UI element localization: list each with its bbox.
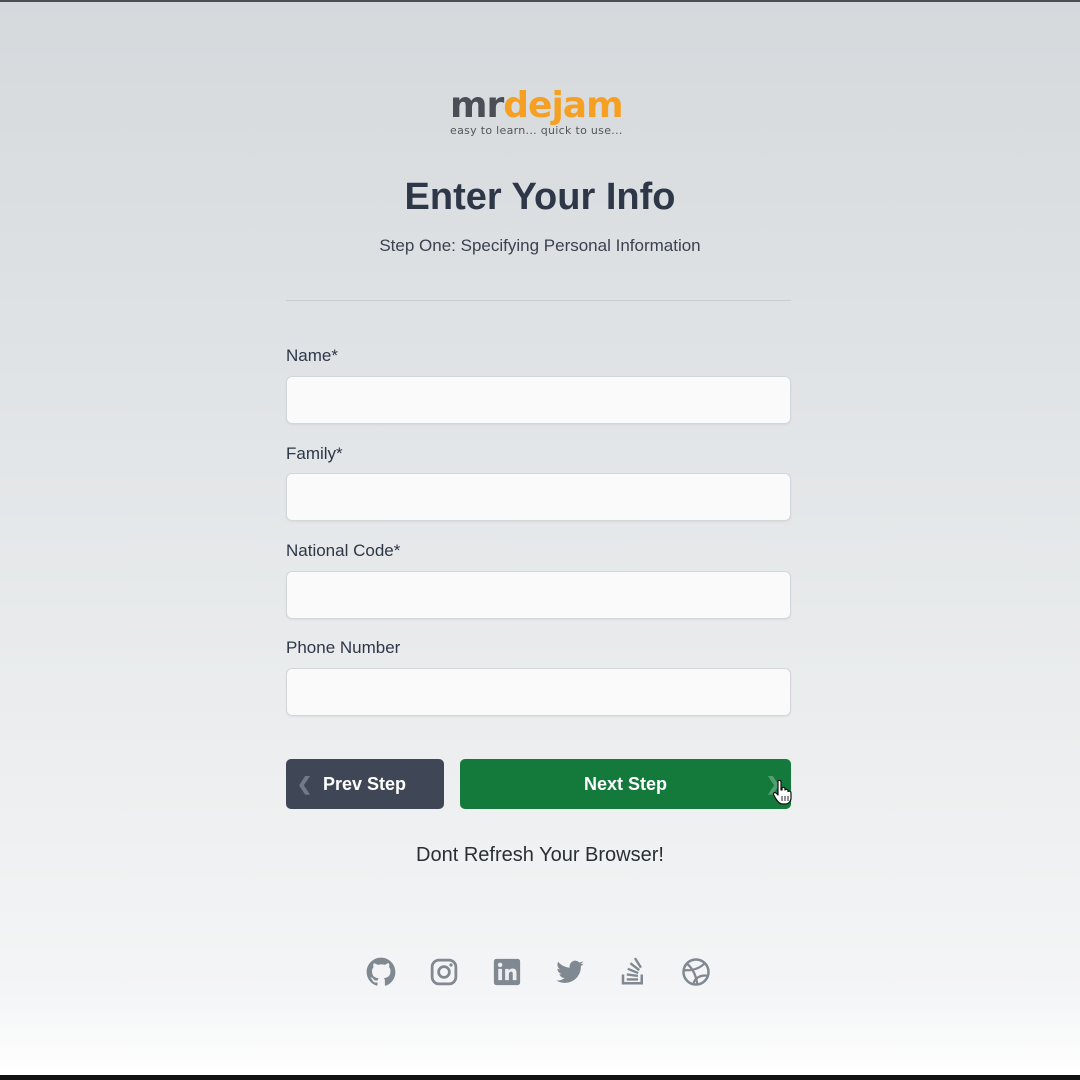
page-subtitle: Step One: Specifying Personal Informatio… — [379, 236, 701, 255]
brand-tagline: easy to learn... quick to use... — [450, 124, 623, 137]
social-links — [366, 957, 716, 989]
family-input[interactable] — [286, 473, 791, 521]
refresh-warning: Dont Refresh Your Browser! — [416, 844, 664, 866]
window-top-border — [0, 0, 1080, 2]
prev-step-label: Prev Step — [323, 774, 407, 794]
phone-number-label: Phone Number — [286, 638, 401, 657]
hand-pointer-cursor-icon — [772, 779, 792, 805]
national-code-input[interactable] — [286, 571, 791, 619]
phone-number-input[interactable] — [286, 668, 791, 716]
page-title: Enter Your Info — [404, 176, 676, 218]
instagram-icon[interactable] — [429, 957, 459, 987]
linkedin-icon[interactable] — [492, 957, 522, 987]
national-code-label: National Code* — [286, 541, 401, 560]
chevron-left-icon: ❮ — [297, 774, 313, 794]
next-step-button[interactable]: Next Step ❯ — [460, 759, 791, 809]
brand-logo[interactable]: mrdejam easy to learn... quick to use... — [450, 86, 630, 146]
next-step-label: Next Step — [583, 774, 668, 794]
name-input[interactable] — [286, 376, 791, 424]
github-icon[interactable] — [366, 957, 396, 987]
name-label: Name* — [286, 346, 338, 365]
prev-step-button[interactable]: ❮ Prev Step — [286, 759, 444, 809]
window-bottom-border — [0, 1075, 1080, 1080]
family-label: Family* — [286, 444, 343, 463]
divider — [286, 300, 791, 301]
dribbble-icon[interactable] — [681, 957, 711, 987]
stackoverflow-icon[interactable] — [618, 957, 648, 987]
brand-wordmark: mrdejam — [450, 85, 624, 126]
twitter-icon[interactable] — [555, 957, 585, 987]
